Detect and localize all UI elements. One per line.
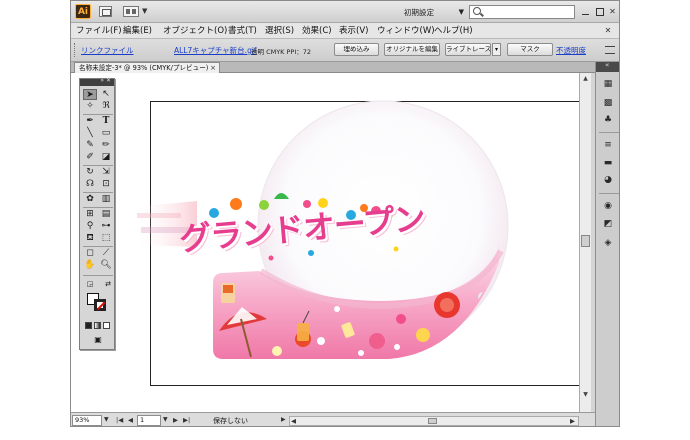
rotate-tool-icon[interactable]: ↻ [83,167,97,178]
live-paint-bucket-tool-icon[interactable]: ⛾ [83,233,97,244]
column-graph-tool-icon[interactable]: ▥ [99,194,113,205]
screen-mode-icon[interactable]: ▣ [91,334,105,345]
chevron-down-icon[interactable]: ▼ [104,416,109,423]
horizontal-scroll-thumb[interactable] [428,418,437,424]
vertical-scrollbar[interactable]: ▲ ▼ [579,73,591,412]
slice-tool-icon[interactable]: ⟋ [99,248,113,259]
eyedropper-tool-icon[interactable]: ⚲ [83,221,97,232]
status-menu-arrow-icon[interactable]: ▶ [281,416,286,423]
color-mode-button[interactable] [85,322,92,329]
stroke-icon[interactable]: ≡ [602,140,614,151]
status-text: 保存しない [213,417,248,425]
page-value: 1 [140,416,145,424]
chevron-down-icon[interactable]: ▼ [163,416,168,423]
illustrator-window: Ai ▼ 初期設定 ▼ ✕ ファイル(F) 編集(E) オブジェクト(O) 書式… [70,0,620,427]
line-tool-icon[interactable]: ╲ [83,128,97,139]
live-paint-selection-tool-icon[interactable]: ⬚ [99,233,113,244]
eraser-tool-icon[interactable]: ◪ [99,152,113,163]
artboard-tool-icon[interactable]: ◻ [83,248,97,259]
last-page-icon[interactable]: ▶| [183,416,190,424]
magic-wand-tool-icon[interactable]: ✧ [83,101,97,112]
panel-dock: « ▦ ▩ ♣ ≡ ▬ ◕ ◉ ◩ ◈ [595,61,619,426]
transparency-icon[interactable]: ◕ [602,175,614,186]
blob-brush-tool-icon[interactable]: ✐ [83,152,97,163]
gradient-icon[interactable]: ▬ [602,158,614,169]
warp-tool-icon[interactable]: ☊ [83,179,97,190]
none-mode-button[interactable] [103,322,110,329]
swatches-icon[interactable]: ▩ [602,98,614,109]
stroke-color-swatch[interactable] [94,299,106,311]
scroll-left-arrow-icon[interactable]: ◀ [291,417,296,425]
layers-icon[interactable]: ◈ [602,238,614,249]
horizontal-scrollbar[interactable]: ◀ ▶ [289,416,579,426]
default-colors-icon[interactable]: ◲ [83,279,97,290]
rectangle-tool-icon[interactable]: ▭ [99,128,113,139]
direct-selection-tool-icon[interactable]: ↖ [99,89,113,100]
pen-tool-icon[interactable]: ✒ [83,116,97,127]
symbol-sprayer-tool-icon[interactable]: ✿ [83,194,97,205]
scroll-right-arrow-icon[interactable]: ▶ [570,417,575,425]
status-bar: 93% ▼ |◀ ◀ 1 ▼ ▶ ▶| 保存しない ▶ ◀ ▶ [71,412,595,426]
dock-header[interactable]: « [596,61,619,72]
blend-tool-icon[interactable]: ⊶ [99,221,113,232]
vertical-scroll-thumb[interactable] [581,235,590,247]
previous-page-icon[interactable]: ◀ [128,416,133,424]
scale-tool-icon[interactable]: ⇲ [99,167,113,178]
zoom-field[interactable]: 93% [72,415,102,426]
pencil-tool-icon[interactable]: ✏ [99,140,113,151]
appearance-icon[interactable]: ◉ [602,201,614,212]
tools-panel: » ✕ ➤ ↖ ✧ ℜ ✒ T ╲ ▭ ✎ ✏ ✐ ◪ ↻ ⇲ ☊ ⊡ ✿ ▥ … [79,77,115,350]
selection-tool-icon[interactable]: ➤ [83,89,97,100]
zoom-value: 93% [75,416,90,424]
zoom-tool-icon[interactable]: 🔍︎ [99,260,113,271]
mesh-tool-icon[interactable]: ⊞ [83,209,97,220]
paintbrush-tool-icon[interactable]: ✎ [83,140,97,151]
next-page-icon[interactable]: ▶ [173,416,178,424]
gradient-tool-icon[interactable]: ▤ [99,209,113,220]
free-transform-tool-icon[interactable]: ⊡ [99,179,113,190]
page-field[interactable]: 1 [137,415,161,426]
hand-tool-icon[interactable]: ✋ [83,260,97,271]
lasso-tool-icon[interactable]: ℜ [99,101,113,112]
graphic-styles-icon[interactable]: ◩ [602,219,614,230]
type-tool-icon[interactable]: T [99,116,113,127]
swap-colors-icon[interactable]: ⇄ [101,279,115,290]
scroll-up-arrow-icon[interactable]: ▲ [582,75,589,82]
symbols-icon[interactable]: ♣ [602,115,614,126]
gradient-mode-button[interactable] [94,322,101,329]
color-guide-icon[interactable]: ▦ [602,79,614,90]
scroll-down-arrow-icon[interactable]: ▼ [582,391,589,398]
first-page-icon[interactable]: |◀ [116,416,123,424]
tools-panel-header[interactable]: » ✕ [80,77,114,86]
